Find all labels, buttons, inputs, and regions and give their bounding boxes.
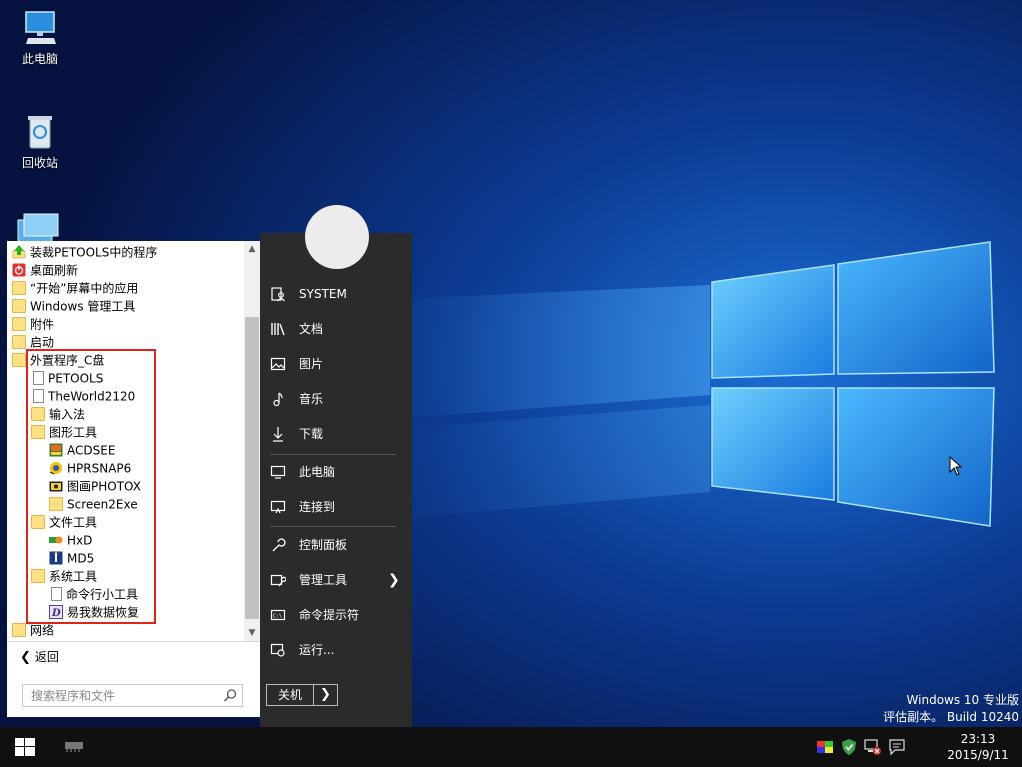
start-right-item-this-pc[interactable]: 此电脑 xyxy=(270,458,412,486)
start-right-item-label: 图片 xyxy=(299,357,324,371)
cmd-icon: C:\ xyxy=(270,609,286,621)
start-button[interactable] xyxy=(0,727,50,767)
shutdown-button[interactable]: 关机 xyxy=(267,685,313,705)
watermark-edition: Windows 10 专业版 xyxy=(906,693,1019,707)
connect-icon xyxy=(270,500,286,514)
start-right-item-cmd[interactable]: C:\ 命令提示符 xyxy=(270,601,412,629)
network-error-icon[interactable] xyxy=(864,738,882,756)
tree-item[interactable]: Windows 管理工具 xyxy=(12,297,135,315)
start-right-item-label: 控制面板 xyxy=(299,538,348,552)
search-input[interactable] xyxy=(23,685,221,706)
admin-tools-icon xyxy=(270,574,286,587)
annotation-highlight-box xyxy=(26,349,156,624)
start-right-item-label: 运行... xyxy=(299,643,335,657)
folder-icon xyxy=(12,316,26,331)
start-right-item-label: 管理工具 xyxy=(299,573,348,587)
tools-icon xyxy=(17,213,59,242)
start-menu-right-pane: SYSTEM 文档 图片 音乐 下载 此电脑 连接到 控制面板 管理工具 ❯ C… xyxy=(260,233,412,727)
wrench-icon xyxy=(272,538,286,552)
search-box xyxy=(22,684,243,707)
shutdown-options-chevron-icon[interactable]: ❯ xyxy=(314,685,337,705)
desktop-icon-this-pc[interactable]: 此电脑 xyxy=(0,8,80,67)
start-right-item-label: 此电脑 xyxy=(299,465,336,479)
folder-icon xyxy=(12,280,26,295)
clock-date: 2015/9/11 xyxy=(947,748,1009,762)
desktop-icon-label: 回收站 xyxy=(21,156,58,170)
chevron-right-icon: ❯ xyxy=(388,572,400,588)
shield-icon[interactable] xyxy=(840,738,858,756)
library-icon xyxy=(271,323,285,336)
music-icon xyxy=(273,392,283,407)
start-right-item-label: 命令提示符 xyxy=(299,608,360,622)
start-right-item-control-panel[interactable]: 控制面板 xyxy=(270,531,412,559)
folder-icon xyxy=(12,334,26,349)
start-right-item-run[interactable]: 运行... xyxy=(270,636,412,664)
folder-icon xyxy=(12,298,26,313)
shutdown-button-group: 关机 ❯ xyxy=(266,684,338,706)
green-arrow-icon xyxy=(12,244,26,258)
svg-text:C:\: C:\ xyxy=(273,614,282,620)
taskbar: 23:13 2015/9/11 xyxy=(0,727,1022,767)
back-button-label: 返回 xyxy=(34,650,59,664)
tree-item[interactable]: “开始”屏幕中的应用 xyxy=(12,279,138,297)
start-right-item-label: 下载 xyxy=(299,427,324,441)
scroll-up-arrow-icon[interactable]: ▲ xyxy=(244,241,260,257)
start-right-item-label: 音乐 xyxy=(299,392,324,406)
start-right-item-connect[interactable]: 连接到 xyxy=(270,493,412,521)
user-folder-icon xyxy=(271,287,285,302)
computer-icon xyxy=(270,465,286,479)
red-power-icon xyxy=(12,263,26,276)
start-right-item-label: 连接到 xyxy=(299,500,336,514)
taskbar-app-chip-icon[interactable] xyxy=(63,740,85,752)
search-icon[interactable] xyxy=(223,688,238,703)
folder-icon xyxy=(12,352,26,367)
download-icon xyxy=(273,427,283,442)
windows-watermark: Windows 10 专业版 评估副本。 Build 10240 xyxy=(883,692,1019,726)
tree-item[interactable]: 桌面刷新 xyxy=(12,261,78,279)
start-right-item-label: 文档 xyxy=(299,322,324,336)
watermark-build: 评估副本。 Build 10240 xyxy=(883,710,1019,724)
menu-separator xyxy=(270,454,396,455)
picture-icon xyxy=(270,357,286,371)
scroll-down-arrow-icon[interactable]: ▼ xyxy=(244,625,260,641)
desktop-icon-partial[interactable] xyxy=(14,212,64,242)
start-right-item-pictures[interactable]: 图片 xyxy=(270,350,412,378)
clock-time: 23:13 xyxy=(960,732,996,746)
program-tree-scrollbar[interactable]: ▲ ▼ xyxy=(244,241,260,641)
taskbar-clock[interactable]: 23:13 2015/9/11 xyxy=(936,731,1020,763)
start-right-item-documents[interactable]: 文档 xyxy=(270,315,412,343)
mouse-cursor-icon xyxy=(949,456,963,476)
back-button[interactable]: ❮ 返回 xyxy=(20,648,59,666)
desktop-icon-label: 此电脑 xyxy=(21,52,58,66)
windows-logo-icon xyxy=(15,738,35,756)
notification-icon[interactable] xyxy=(888,738,906,756)
menu-separator xyxy=(270,526,396,527)
user-avatar[interactable] xyxy=(305,205,369,269)
chevron-left-icon: ❮ xyxy=(20,650,31,665)
color-icon[interactable] xyxy=(816,738,834,756)
left-pane-divider xyxy=(7,641,260,642)
tree-item[interactable]: 附件 xyxy=(12,315,54,333)
folder-icon xyxy=(12,622,26,637)
start-right-item-downloads[interactable]: 下载 xyxy=(270,420,412,448)
recycle-bin-icon xyxy=(28,116,52,149)
tree-item[interactable]: 装裁PETOOLS中的程序 xyxy=(12,243,157,261)
start-right-item-label: SYSTEM xyxy=(299,287,347,301)
scrollbar-thumb[interactable] xyxy=(245,317,259,619)
run-icon xyxy=(270,643,285,657)
start-right-item-system[interactable]: SYSTEM xyxy=(270,280,412,308)
desktop-icon-recycle-bin[interactable]: 回收站 xyxy=(0,112,80,171)
computer-icon xyxy=(25,11,56,44)
start-right-item-music[interactable]: 音乐 xyxy=(270,385,412,413)
start-right-item-admin-tools[interactable]: 管理工具 ❯ xyxy=(270,566,412,594)
